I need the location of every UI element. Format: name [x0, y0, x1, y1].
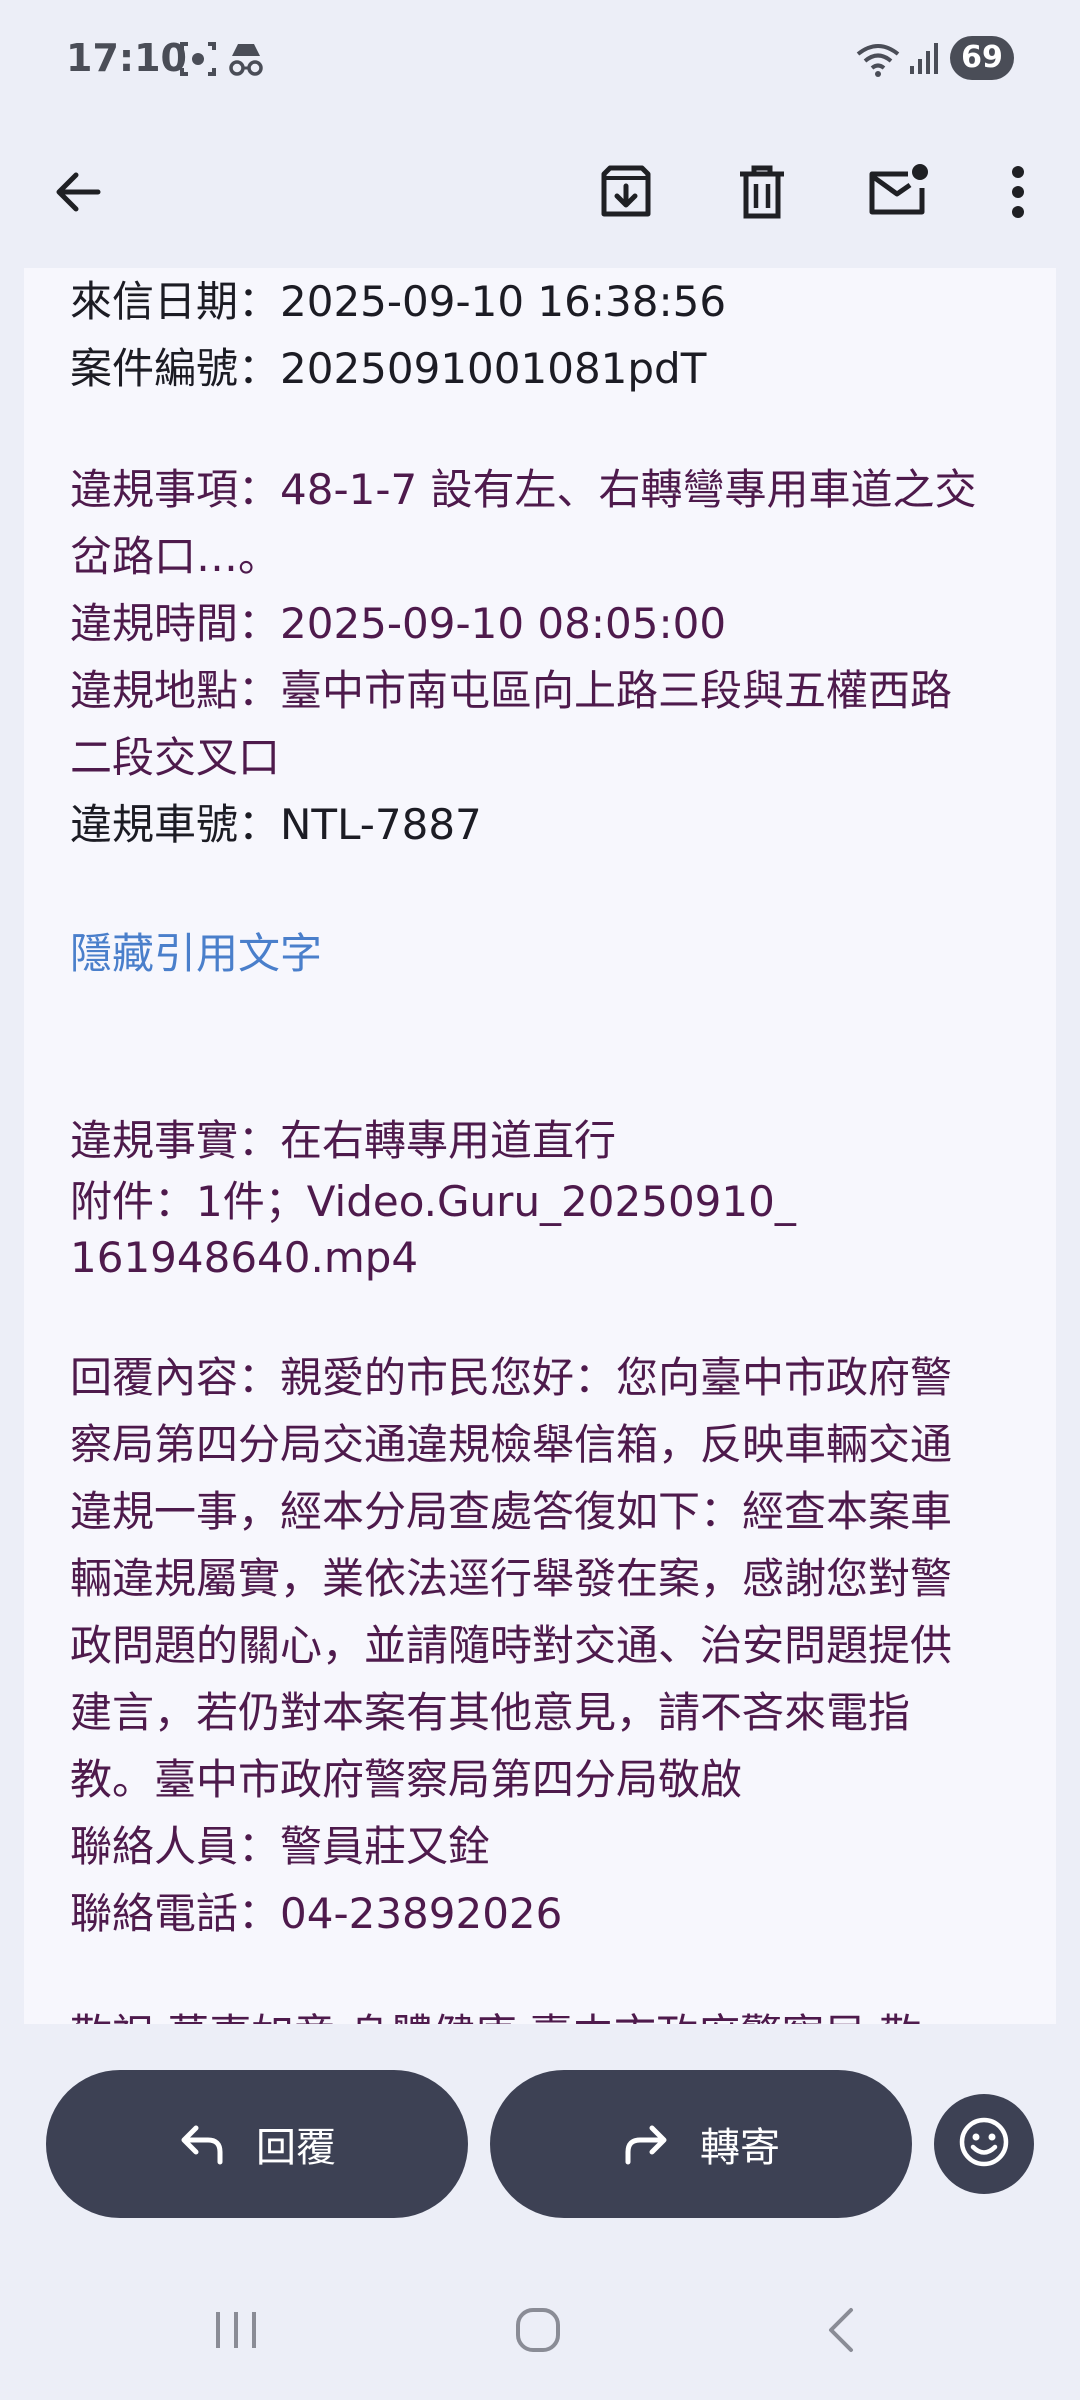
violation-plate: 違規車號：NTL-7887: [70, 800, 482, 849]
archive-icon: [598, 164, 654, 220]
recent-apps-button[interactable]: [196, 2300, 276, 2364]
reply-line: 政問題的關心，並請隨時對交通、治安問題提供: [70, 1621, 953, 1670]
forward-button[interactable]: 轉寄: [490, 2070, 912, 2218]
mark-unread-button[interactable]: [850, 144, 946, 240]
signal-icon: [908, 40, 940, 76]
action-bar: 回覆 轉寄: [0, 2024, 1080, 2264]
more-vert-icon: [1010, 166, 1026, 218]
attachment-filename: 161948640.mp4: [70, 1233, 419, 1282]
more-options-button[interactable]: [970, 144, 1066, 240]
violation-item: 違規事項：48-1-7 設有左、右轉彎專用車道之交: [70, 465, 977, 514]
contact-person: 聯絡人員：警員莊又銓: [70, 1822, 491, 1871]
message-text: 來信日期：2025-09-10 16:38:56 案件編號：2025091001…: [70, 268, 1030, 2024]
system-back-button[interactable]: [800, 2300, 880, 2364]
reply-line: 建言，若仍對本案有其他意見，請不吝來電指: [70, 1688, 911, 1737]
home-button[interactable]: [498, 2300, 578, 2364]
case-number: 案件編號：2025091001081pdT: [70, 344, 707, 393]
message-body: 來信日期：2025-09-10 16:38:56 案件編號：2025091001…: [24, 268, 1056, 2024]
mark-unread-icon: [868, 164, 928, 220]
violation-location: 違規地點：臺中市南屯區向上路三段與五權西路: [70, 666, 953, 715]
reply-line: 輛違規屬實，業依法逕行舉發在案，感謝您對警: [70, 1554, 953, 1603]
reply-button[interactable]: 回覆: [46, 2070, 468, 2218]
received-date: 來信日期：2025-09-10 16:38:56: [70, 277, 727, 326]
reply-line: 違規一事，經本分局查處答復如下：經查本案車: [70, 1487, 953, 1536]
screen: 17:10 69 來信日期：2025-09-10 16:38:56 案件編號：2…: [0, 0, 1080, 2400]
home-icon: [514, 2306, 562, 2358]
back-button[interactable]: [30, 144, 126, 240]
status-time: 17:10: [66, 36, 187, 80]
reply-line: 回覆內容：親愛的市民您好：您向臺中市政府警: [70, 1353, 953, 1402]
delete-button[interactable]: [714, 144, 810, 240]
reply-arrow-icon: [178, 2122, 226, 2166]
violation-time: 違規時間：2025-09-10 08:05:00: [70, 599, 727, 648]
incognito-icon: [226, 40, 266, 78]
top-app-bar: [0, 118, 1080, 268]
attachment-info: 附件：1件；Video.Guru_20250910_: [70, 1177, 796, 1226]
back-arrow-icon: [52, 166, 104, 218]
emoji-icon: [958, 2116, 1010, 2172]
closing-line: 敬祝 萬事如意 身體健康 臺中市政府警察局 敬: [70, 2001, 1030, 2024]
recent-apps-icon: [213, 2308, 259, 2356]
reply-line: 教。臺中市政府警察局第四分局敬啟: [70, 1755, 743, 1804]
contact-phone: 聯絡電話：04-23892026: [70, 1889, 563, 1938]
archive-button[interactable]: [578, 144, 674, 240]
screenshot-icon: [178, 40, 218, 78]
violation-item-cont: 岔路口…。: [70, 532, 281, 581]
chevron-left-icon: [823, 2306, 857, 2358]
status-bar: 17:10 69: [0, 0, 1080, 118]
system-nav-bar: [0, 2264, 1080, 2400]
emoji-reaction-button[interactable]: [934, 2094, 1034, 2194]
wifi-icon: [856, 40, 902, 78]
forward-label: 轉寄: [700, 2125, 780, 2171]
forward-arrow-icon: [622, 2122, 670, 2166]
battery-indicator: 69: [950, 36, 1014, 80]
hide-quoted-text-link[interactable]: 隱藏引用文字: [70, 920, 1030, 987]
violation-location-cont: 二段交叉口: [70, 733, 281, 782]
reply-label: 回覆: [256, 2125, 336, 2171]
delete-icon: [736, 164, 788, 220]
reply-line: 察局第四分局交通違規檢舉信箱，反映車輛交通: [70, 1420, 953, 1469]
violation-fact: 違規事實：在右轉專用道直行: [70, 1116, 617, 1165]
